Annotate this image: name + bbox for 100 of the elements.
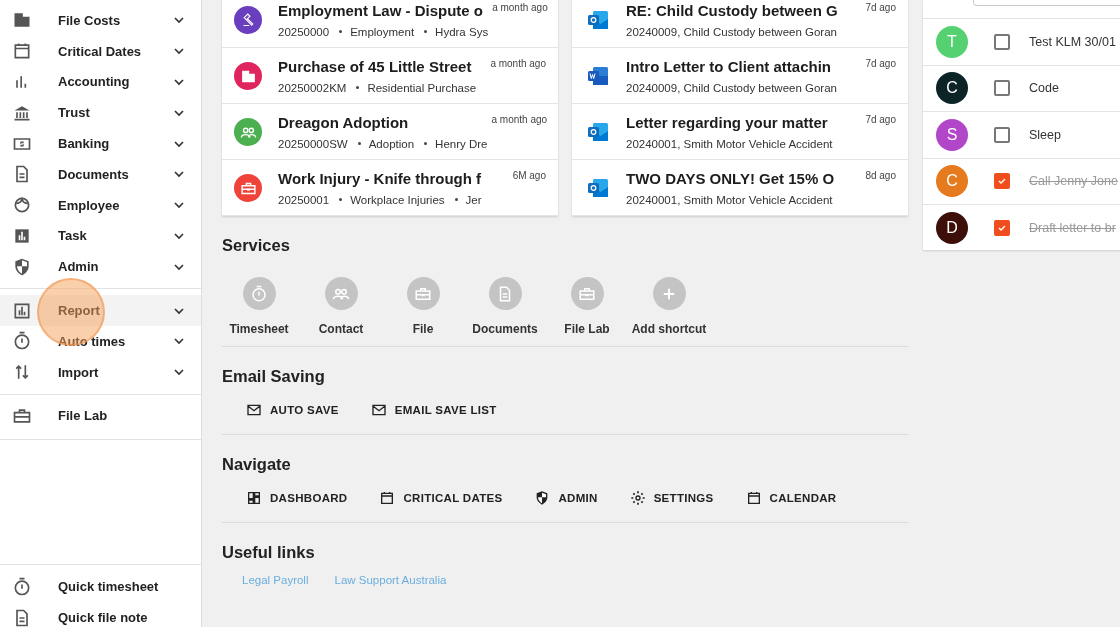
service-shortcut[interactable]: Timesheet bbox=[222, 277, 296, 336]
task-row[interactable]: T Test KLM 30/01 bbox=[923, 18, 1120, 65]
sidebar-item[interactable]: Task bbox=[0, 220, 201, 252]
nav-button[interactable]: CALENDAR bbox=[735, 484, 847, 512]
calendar-icon bbox=[745, 490, 762, 506]
separator-dot bbox=[339, 198, 343, 202]
sidebar-item[interactable]: Auto times bbox=[0, 325, 201, 357]
document-matter: 20240009, Child Custody between Goran bbox=[626, 25, 837, 38]
matter-detail: 20250000 bbox=[278, 25, 330, 38]
sidebar-item[interactable]: Admin bbox=[0, 251, 201, 283]
avatar: C bbox=[936, 165, 968, 198]
text-button[interactable]: EMAIL SAVE LIST bbox=[360, 396, 507, 424]
document-matter: 20240009, Child Custody between Goran bbox=[626, 81, 837, 94]
checkbox[interactable] bbox=[994, 173, 1010, 190]
task-label: Call Jenny Jone bbox=[1029, 174, 1118, 189]
timestamp: 7d ago bbox=[865, 114, 896, 125]
matter-detail: 20250000SW bbox=[278, 137, 348, 150]
sidebar-item[interactable]: Documents bbox=[0, 159, 201, 190]
document-title: Intro Letter to Client attachin bbox=[626, 58, 831, 77]
nav-button[interactable]: SETTINGS bbox=[619, 484, 724, 512]
timestamp: a month ago bbox=[491, 114, 548, 125]
document-title: Letter regarding your matter bbox=[626, 114, 828, 133]
email-app-icon bbox=[586, 176, 610, 200]
task-row[interactable]: S Sleep bbox=[923, 111, 1120, 158]
document-matter: 20240001, Smith Motor Vehicle Accident bbox=[626, 193, 833, 206]
calendar-icon bbox=[379, 490, 396, 506]
stopwatch-icon bbox=[12, 331, 32, 352]
task-label: Test KLM 30/01 bbox=[1029, 34, 1116, 49]
matter-detail: 20250001 bbox=[278, 193, 330, 206]
task-row[interactable]: C Code bbox=[923, 64, 1120, 111]
matter-title: Purchase of 45 Little Street bbox=[278, 58, 472, 77]
email-app-icon bbox=[586, 120, 610, 144]
section-title: Useful links bbox=[222, 543, 316, 562]
timestamp: 7d ago bbox=[865, 2, 896, 13]
task-row[interactable]: D Draft letter to br bbox=[923, 204, 1120, 251]
document-row[interactable]: RE: Child Custody between G 20240009, Child Custody between Goran 7d ago bbox=[572, 0, 908, 48]
matter-detail: Adoption bbox=[368, 137, 415, 150]
avatar: T bbox=[936, 25, 968, 58]
matter-row[interactable]: Purchase of 45 Little Street 20250002KM Residential Purchase a month ago bbox=[222, 48, 558, 104]
service-shortcut[interactable]: Contact bbox=[304, 277, 378, 336]
search-field[interactable] bbox=[973, 0, 1120, 6]
service-shortcut[interactable]: File bbox=[386, 277, 460, 336]
timestamp: a month ago bbox=[492, 2, 548, 13]
nav-button[interactable]: CRITICAL DATES bbox=[369, 484, 513, 512]
sidebar-item[interactable]: Quick timesheet bbox=[0, 571, 201, 603]
timestamp: 8d ago bbox=[865, 170, 896, 181]
service-shortcut[interactable]: File Lab bbox=[550, 277, 624, 336]
section-title: Services bbox=[222, 236, 291, 255]
service-shortcut[interactable]: Add shortcut bbox=[632, 277, 706, 336]
sidebar-item[interactable]: Banking bbox=[0, 128, 201, 159]
nav-button[interactable]: ADMIN bbox=[524, 484, 608, 512]
document-row[interactable]: TWO DAYS ONLY! Get 15% O 20240001, Smith Motor Vehicle Accident 8d ago bbox=[572, 160, 908, 216]
document-row[interactable]: Intro Letter to Client attachin 20240009, Child Custody between Goran 7d ago bbox=[572, 48, 908, 104]
email-app-icon bbox=[586, 8, 610, 32]
task-label: Sleep bbox=[1029, 127, 1061, 142]
sidebar-item[interactable]: Report bbox=[0, 295, 201, 326]
timestamp: a month ago bbox=[490, 58, 546, 69]
task-label: Draft letter to br bbox=[1029, 220, 1116, 235]
matter-row[interactable]: Work Injury - Knife through f 20250001 Workplace Injuries Jer 6M ago bbox=[222, 160, 558, 216]
sidebar-item[interactable]: Trust bbox=[0, 97, 201, 129]
sidebar-item[interactable]: File Lab bbox=[0, 400, 201, 432]
separator-dot bbox=[454, 198, 458, 202]
timestamp: 6M ago bbox=[512, 170, 546, 181]
sidebar-item[interactable]: Accounting bbox=[0, 66, 201, 98]
separator-dot bbox=[356, 86, 360, 90]
text-button[interactable]: AUTO SAVE bbox=[236, 396, 349, 424]
matter-title: Employment Law - Dispute o bbox=[278, 2, 484, 21]
word-document-icon bbox=[586, 64, 610, 88]
avatar: C bbox=[936, 72, 968, 105]
shield-icon bbox=[12, 256, 32, 277]
matter-row[interactable]: Dreagon Adoption 20250000SW Adoption Henry Dre a month ago bbox=[222, 104, 558, 160]
checkbox[interactable] bbox=[994, 33, 1010, 50]
mail-icon bbox=[370, 402, 387, 418]
nav-button[interactable]: DASHBOARD bbox=[236, 484, 358, 512]
avatar: D bbox=[936, 211, 968, 244]
task-label: Code bbox=[1029, 81, 1059, 96]
matter-row[interactable]: Employment Law - Dispute o 20250000 Employment Hydra Sys a month ago bbox=[222, 0, 558, 48]
section-title: Email Saving bbox=[222, 367, 326, 386]
matter-detail: Jer bbox=[465, 193, 482, 206]
checkbox[interactable] bbox=[994, 126, 1010, 143]
matter-detail: Employment bbox=[350, 25, 415, 38]
matter-title: Dreagon Adoption bbox=[278, 114, 409, 133]
sidebar-item[interactable]: Import bbox=[0, 356, 201, 388]
document-row[interactable]: Letter regarding your matter 20240001, Smith Motor Vehicle Accident 7d ago bbox=[572, 104, 908, 160]
matter-detail: 20250002KM bbox=[278, 81, 347, 94]
sidebar-item[interactable]: Quick file note bbox=[0, 602, 201, 627]
checkbox[interactable] bbox=[994, 219, 1010, 236]
separator-dot bbox=[339, 30, 343, 34]
sidebar-item[interactable]: File Costs bbox=[0, 5, 201, 36]
matter-detail: Workplace Injuries bbox=[350, 193, 445, 206]
sidebar-item[interactable]: Employee bbox=[0, 189, 201, 221]
calendar-icon bbox=[12, 41, 32, 62]
sidebar-item[interactable]: Critical Dates bbox=[0, 35, 201, 67]
separator-dot bbox=[424, 30, 428, 34]
document-title: RE: Child Custody between G bbox=[626, 2, 838, 21]
section-title: Navigate bbox=[222, 455, 292, 474]
stopwatch-icon bbox=[250, 284, 268, 303]
checkbox[interactable] bbox=[994, 80, 1010, 97]
service-shortcut[interactable]: Documents bbox=[468, 277, 542, 336]
document-matter: 20240001, Smith Motor Vehicle Accident bbox=[626, 137, 833, 150]
